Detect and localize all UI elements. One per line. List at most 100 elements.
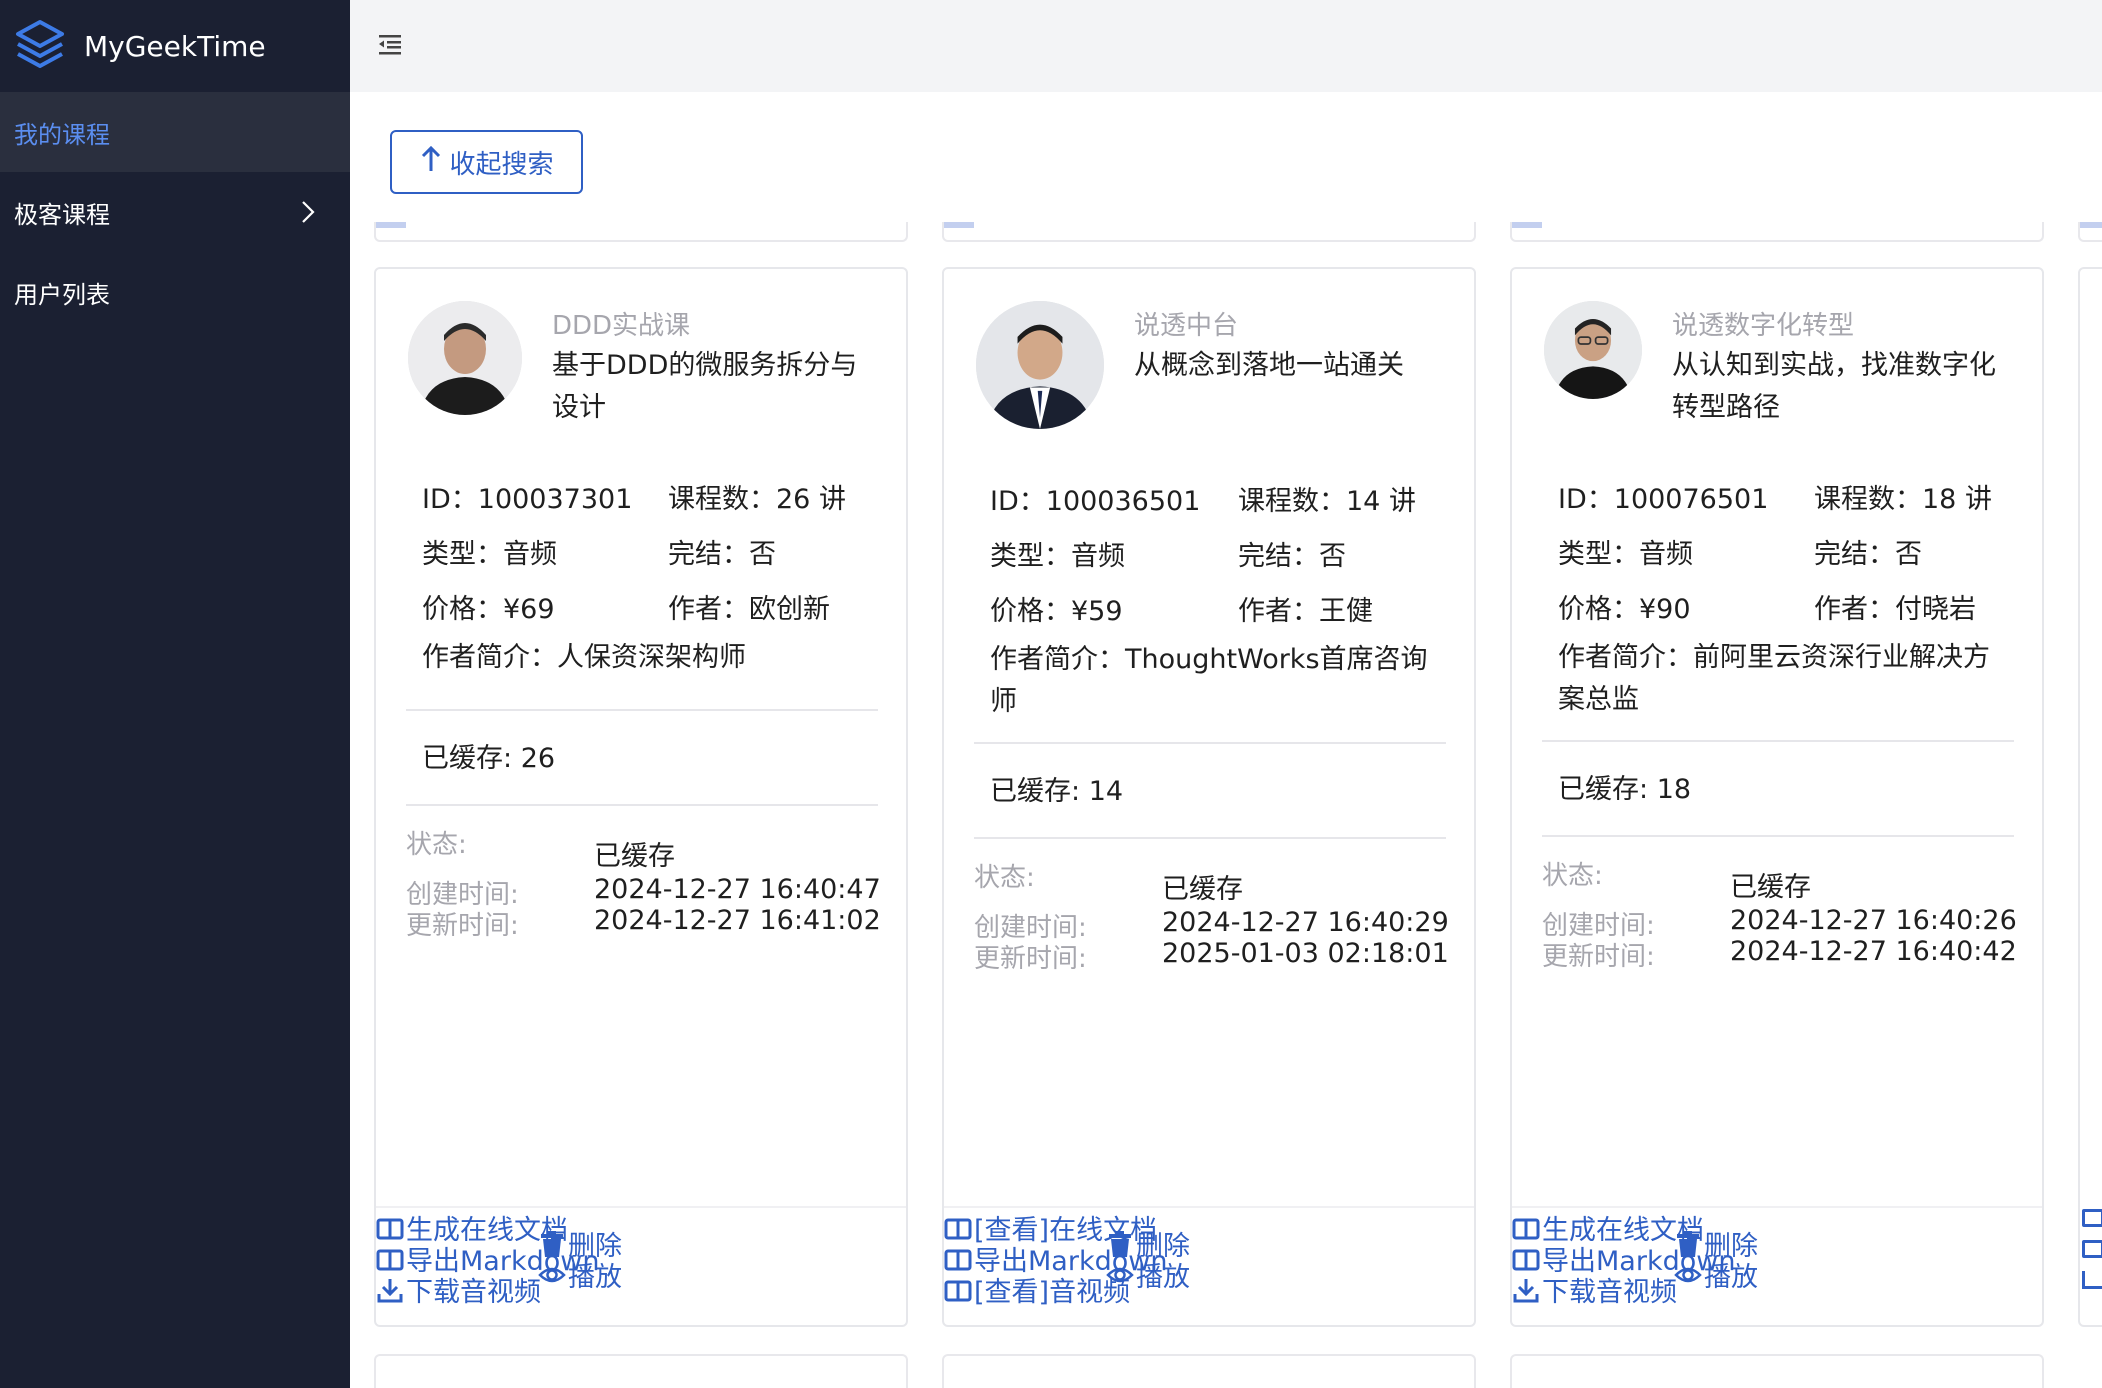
partial-card (2078, 267, 2102, 1327)
divider (974, 837, 1446, 839)
finished-status: 完结：否 (668, 539, 776, 570)
course-title: 从认知到实战，找准数字化转型路径 (1672, 350, 1996, 423)
book-icon (944, 1218, 972, 1239)
partial-card (942, 1354, 1476, 1388)
sidebar-item-label: 用户列表 (14, 280, 110, 309)
updated-label: 更新时间: (406, 911, 519, 941)
created-time: 2024-12-27 16:40:26 (1730, 905, 2017, 936)
lesson-count: 课程数：26 讲 (668, 484, 846, 515)
sidebar-item-label: 极客课程 (14, 200, 110, 229)
collapse-search-button[interactable]: 收起搜索 (390, 130, 583, 194)
book-icon (944, 1280, 972, 1301)
card-actions: 生成在线文档 导出Markdown 下载音视频 删除 播放 (376, 1206, 906, 1327)
course-author: 作者：付晓岩 (1814, 594, 1976, 625)
updated-label: 更新时间: (974, 944, 1087, 974)
updated-label: 更新时间: (1542, 942, 1655, 972)
divider (1542, 835, 2014, 837)
avatar (408, 301, 522, 415)
main-content: 收起搜索 DDD实战课 基于DDD的微服务拆分与设计 ID：100037301 … (350, 92, 2102, 1388)
course-price: 价格：¥90 (1558, 594, 1691, 625)
menu-fold-icon (376, 30, 404, 62)
course-author: 作者：王健 (1238, 596, 1373, 627)
status-label: 状态: (1542, 861, 1603, 891)
download-media-button[interactable]: 下载音视频 (1512, 1270, 1677, 1309)
eye-icon (1674, 1267, 1702, 1282)
cached-count: 已缓存: 14 (990, 776, 1124, 807)
course-type: 类型：音频 (990, 541, 1125, 572)
course-card: DDD实战课 基于DDD的微服务拆分与设计 ID：100037301 课程数：2… (374, 267, 908, 1327)
divider (1542, 740, 2014, 742)
download-icon (377, 1278, 403, 1302)
lesson-count: 课程数：18 讲 (1814, 484, 1992, 515)
play-button[interactable]: 播放 (1674, 1255, 1758, 1294)
chevron-right-icon (296, 198, 320, 226)
course-type: 类型：音频 (422, 539, 557, 570)
book-icon (376, 1218, 404, 1239)
course-card: 说透数字化转型 从认知到实战，找准数字化转型路径 ID：100076501 课程… (1510, 267, 2044, 1327)
logo-icon (14, 18, 66, 74)
cached-count: 已缓存: 18 (1558, 774, 1692, 805)
partial-card (1510, 222, 2044, 242)
download-icon (1513, 1278, 1539, 1302)
course-id: ID：100036501 (990, 486, 1201, 517)
author-intro: 作者简介：前阿里云资深行业解决方案总监 (1558, 642, 1990, 715)
course-price: 价格：¥59 (990, 596, 1123, 627)
divider (974, 742, 1446, 744)
partial-card (374, 1354, 908, 1388)
course-title: 基于DDD的微服务拆分与设计 (552, 350, 858, 423)
play-button[interactable]: 播放 (1106, 1255, 1190, 1294)
status-label: 状态: (974, 863, 1035, 893)
book-icon (376, 1249, 404, 1270)
partial-card (942, 222, 1476, 242)
view-media-button[interactable]: [查看]音视频 (944, 1270, 1130, 1309)
updated-time: 2025-01-03 02:18:01 (1162, 938, 1449, 969)
course-price: 价格：¥69 (422, 594, 555, 625)
divider (406, 709, 878, 711)
partial-card (374, 222, 908, 242)
card-actions: 生成在线文档 导出Markdown 下载音视频 删除 播放 (1512, 1206, 2042, 1327)
created-time: 2024-12-27 16:40:47 (594, 874, 881, 905)
avatar (1544, 301, 1642, 399)
trash-icon (1109, 1230, 1131, 1257)
card-actions: [查看]在线文档 导出Markdown [查看]音视频 删除 播放 (944, 1206, 1474, 1327)
course-id: ID：100037301 (422, 484, 633, 515)
book-icon (2082, 1209, 2102, 1227)
course-subtitle: 说透数字化转型 (1672, 311, 1855, 341)
app-name: MyGeekTime (84, 29, 266, 63)
book-icon (1512, 1249, 1540, 1270)
collapse-sidebar-button[interactable] (368, 24, 412, 68)
status-label: 状态: (406, 830, 467, 860)
book-icon (944, 1249, 972, 1270)
course-title: 从概念到落地一站通关 (1134, 350, 1404, 381)
partial-card (2078, 222, 2102, 242)
status-value: 已缓存 (1730, 872, 1811, 903)
brand[interactable]: MyGeekTime (0, 0, 350, 92)
avatar (976, 301, 1104, 429)
trash-icon (541, 1230, 563, 1257)
status-value: 已缓存 (1162, 874, 1243, 905)
eye-icon (538, 1267, 566, 1282)
sidebar-item-my-courses[interactable]: 我的课程 (0, 92, 350, 172)
course-card: 说透中台 从概念到落地一站通关 ID：100036501 课程数：14 讲 类型… (942, 267, 1476, 1327)
download-media-button[interactable]: 下载音视频 (376, 1270, 541, 1309)
play-button[interactable]: 播放 (538, 1255, 622, 1294)
download-icon (2082, 1271, 2102, 1289)
sidebar-item-geek-courses[interactable]: 极客课程 (0, 172, 350, 252)
course-subtitle: 说透中台 (1134, 311, 1239, 341)
updated-time: 2024-12-27 16:41:02 (594, 905, 881, 936)
lesson-count: 课程数：14 讲 (1238, 486, 1416, 517)
author-intro: 作者简介：人保资深架构师 (422, 642, 746, 673)
cached-count: 已缓存: 26 (422, 743, 556, 774)
sidebar-item-user-list[interactable]: 用户列表 (0, 252, 350, 332)
eye-icon (1106, 1267, 1134, 1282)
course-type: 类型：音频 (1558, 539, 1693, 570)
finished-status: 完结：否 (1238, 541, 1346, 572)
created-time: 2024-12-27 16:40:29 (1162, 907, 1449, 938)
sidebar: MyGeekTime 我的课程 极客课程 用户列表 (0, 0, 350, 1388)
arrow-up-icon (419, 145, 443, 180)
course-id: ID：100076501 (1558, 484, 1769, 515)
collapse-search-label: 收起搜索 (449, 148, 554, 179)
sidebar-item-label: 我的课程 (14, 120, 110, 149)
status-value: 已缓存 (594, 841, 675, 872)
book-icon (2082, 1240, 2102, 1258)
